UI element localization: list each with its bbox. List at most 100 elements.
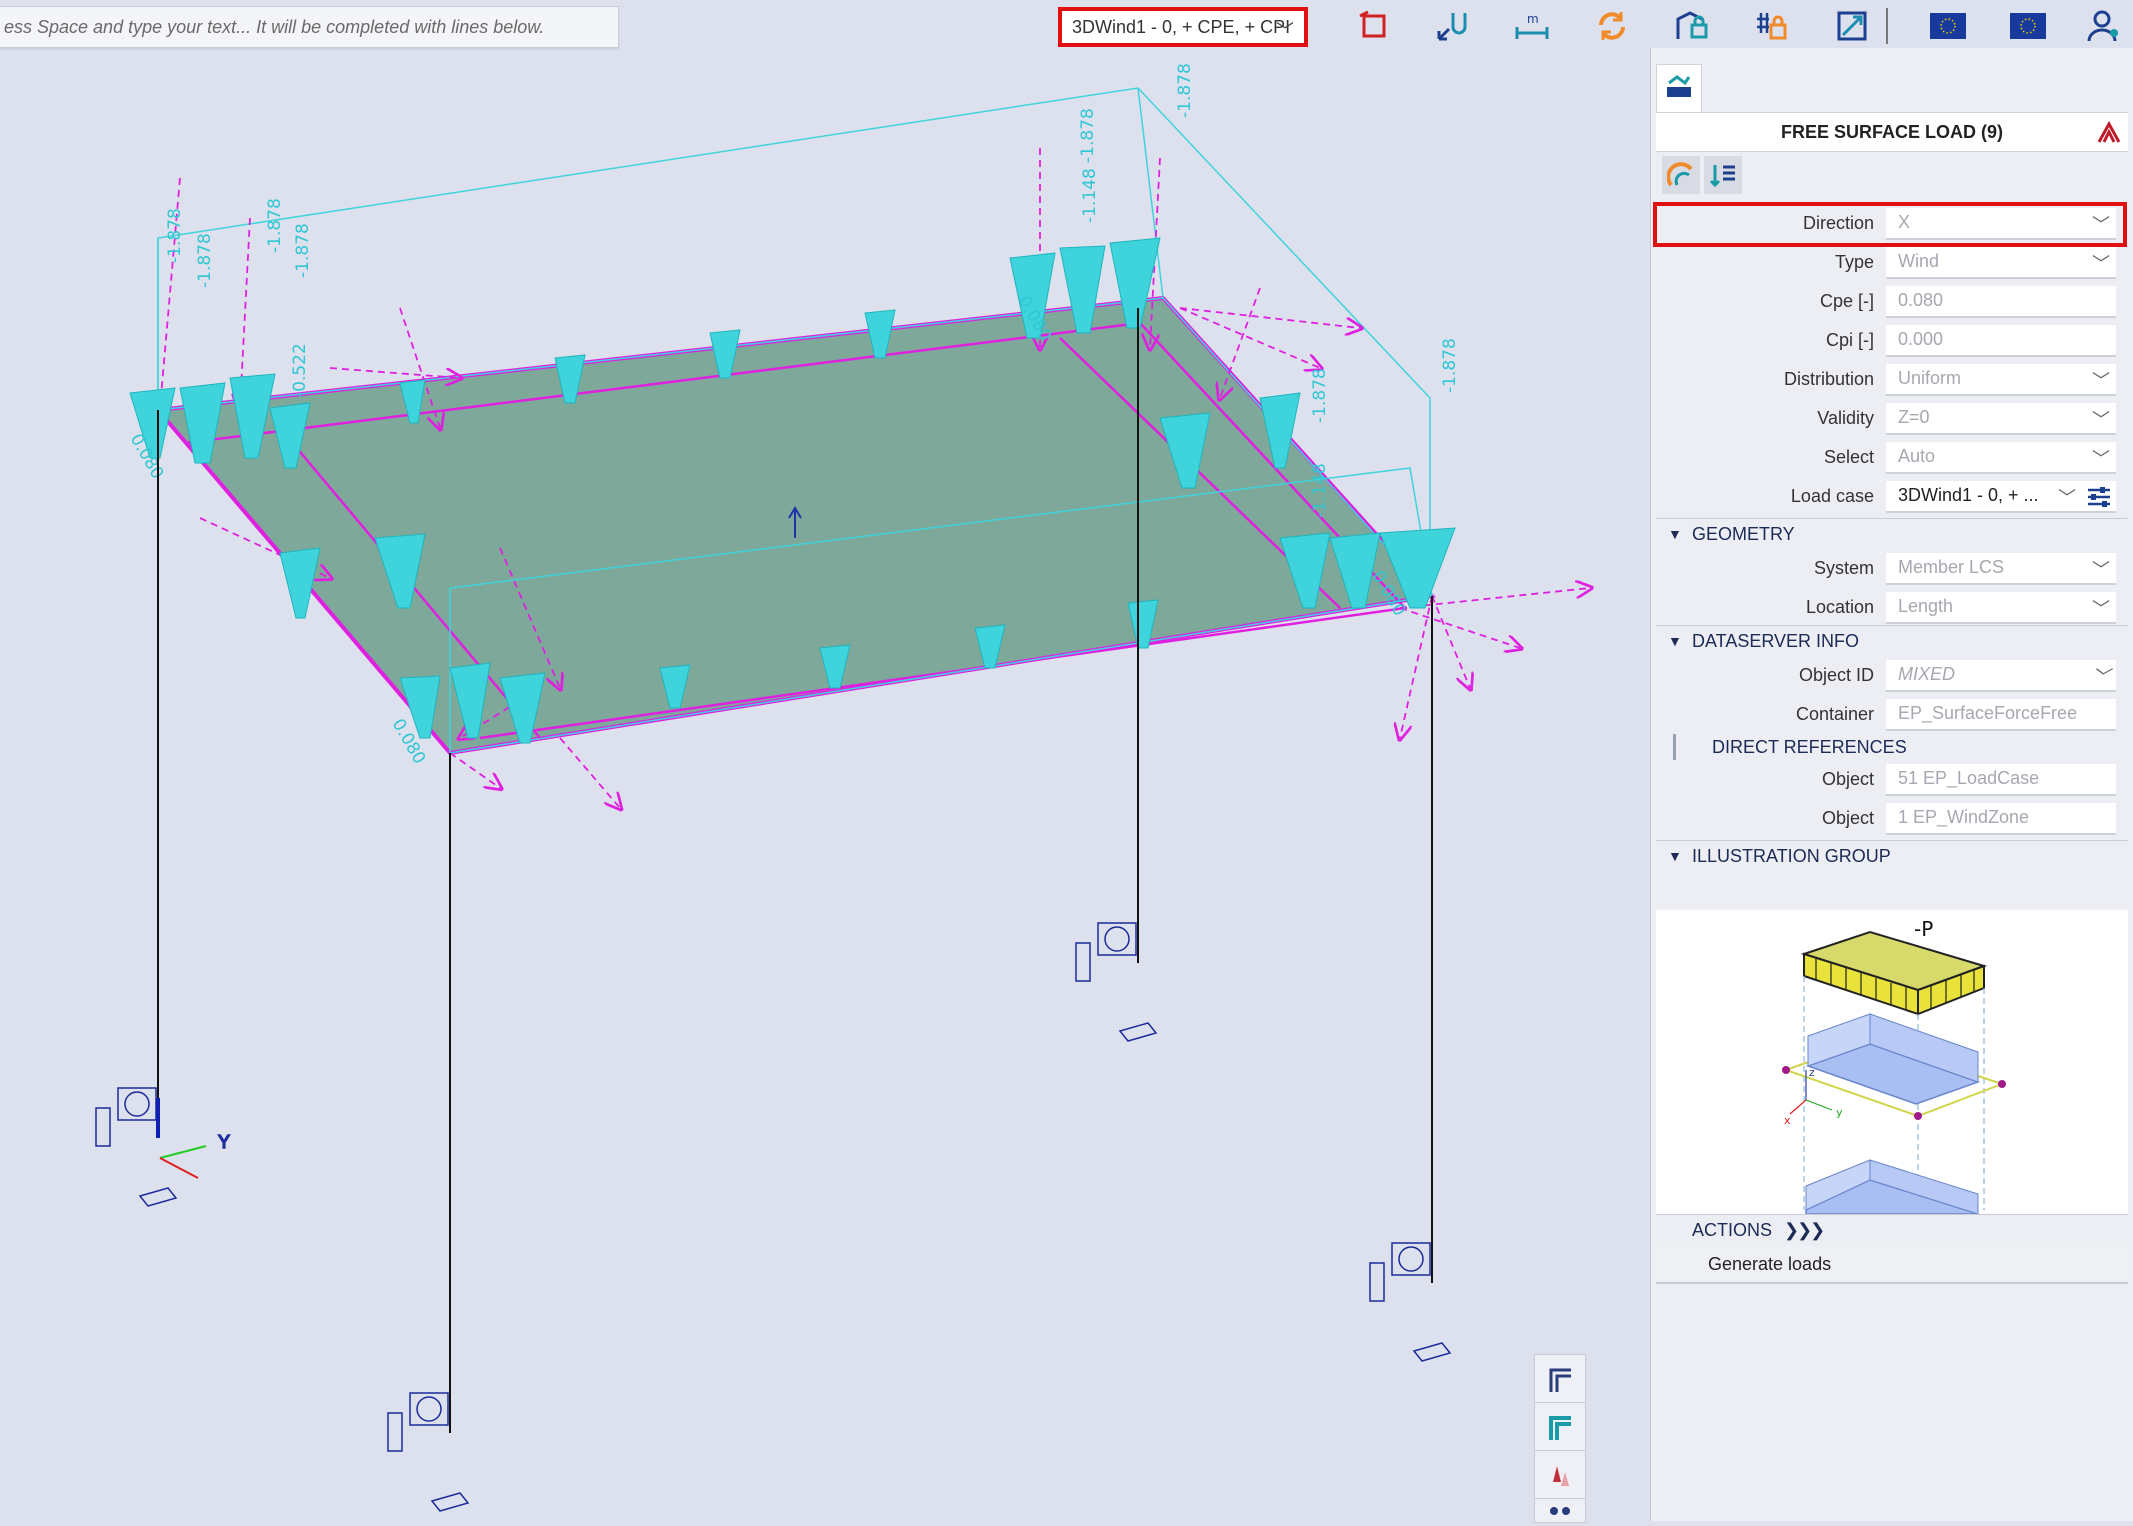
location-row[interactable]: Location Length ﹀ — [1656, 589, 2128, 626]
chevron-down-icon: ﹀ — [2092, 409, 2110, 430]
list-view-button[interactable] — [1704, 156, 1742, 194]
axis-x-label: x — [1784, 1114, 1791, 1127]
view-frame-alt-button[interactable] — [1534, 1402, 1586, 1452]
lock-view-icon[interactable] — [1672, 6, 1712, 46]
load-case-combo[interactable]: 3DWind1 - 0, + CPE, + CPI ﹀ — [1058, 7, 1308, 47]
direction-highlight — [1653, 202, 2127, 247]
actions-section-header[interactable]: ACTIONS ❯❯❯ — [1656, 1214, 2128, 1246]
object-id-label: Object ID — [1798, 665, 1874, 685]
distribution-label: Distribution — [1783, 369, 1874, 389]
load-case-label: Load case — [1790, 486, 1874, 506]
user-icon[interactable] — [2084, 6, 2124, 46]
distribution-select[interactable]: Uniform ﹀ — [1886, 363, 2116, 396]
collapse-triangle-icon: ▼ — [1668, 526, 1682, 542]
object-id-select[interactable]: MIXED ﹀ — [1886, 659, 2116, 692]
frame-icon — [1549, 1368, 1571, 1392]
distribution-row[interactable]: Distribution Uniform ﹀ — [1656, 361, 2128, 398]
command-line[interactable] — [0, 6, 619, 48]
cpe-input[interactable]: 0.080 — [1886, 285, 2116, 318]
load-value-label: -1.878 — [293, 223, 313, 278]
object-id-row[interactable]: Object ID MIXED ﹀ — [1656, 657, 2128, 694]
properties-tab[interactable] — [1656, 64, 1702, 113]
undo-arrow-icon[interactable] — [1432, 6, 1472, 46]
settings-sliders-icon[interactable] — [2086, 485, 2112, 514]
load-value-label: -1.878 — [195, 233, 215, 288]
frame-color-icon — [1549, 1416, 1571, 1440]
collapse-triangle-icon: ▼ — [1668, 848, 1682, 864]
structure-model[interactable]: -1.878 -1.878 -1.878 -1.878 -1.878 -1.87… — [0, 48, 1650, 1521]
object-ref-value[interactable]: 51 EP_LoadCase — [1886, 763, 2116, 796]
collapse-triangle-icon: ▼ — [1668, 633, 1682, 649]
cpe-row[interactable]: Cpe [-] 0.080 — [1656, 283, 2128, 320]
double-chevron-right-icon: ❯❯❯ — [1784, 1220, 1825, 1240]
illustration-image: -P z x y — [1656, 910, 2128, 1215]
generate-loads-button[interactable]: Generate loads — [1656, 1246, 2128, 1284]
system-label: System — [1813, 558, 1874, 578]
chevron-down-icon: ﹀ — [2058, 487, 2076, 508]
wizard-button[interactable] — [1662, 156, 1700, 194]
chevron-down-icon: ﹀ — [2092, 253, 2110, 274]
container-value: EP_SurfaceForceFree — [1886, 698, 2116, 731]
svg-text:m: m — [1527, 12, 1539, 26]
container-label: Container — [1795, 704, 1874, 724]
eu-flag-icon[interactable] — [1928, 6, 1968, 46]
validity-select[interactable]: Z=0 ﹀ — [1886, 402, 2116, 435]
view-frame-button[interactable] — [1534, 1354, 1586, 1404]
chevron-down-icon: ﹀ — [2092, 598, 2110, 619]
load-value-label: -1.878 — [265, 198, 285, 253]
load-case-combo-label: 3DWind1 - 0, + CPE, + CPI — [1072, 16, 1291, 37]
zoom-fit-icon[interactable] — [1832, 6, 1872, 46]
members-icon — [1553, 1466, 1569, 1486]
system-select[interactable]: Member LCS ﹀ — [1886, 552, 2116, 585]
illustration-load-label: -P — [1914, 917, 1933, 941]
geometry-section-header[interactable]: ▼ GEOMETRY — [1656, 518, 2128, 549]
properties-tab-icon — [1667, 75, 1691, 97]
view-members-button[interactable] — [1534, 1450, 1586, 1500]
measure-icon[interactable]: m — [1512, 6, 1552, 46]
select-select[interactable]: Auto ﹀ — [1886, 441, 2116, 474]
load-value-label: -1.878 — [1440, 338, 1460, 393]
select-label: Select — [1823, 447, 1874, 467]
object-ref-row[interactable]: Object 51 EP_LoadCase — [1656, 761, 2128, 798]
cpi-input[interactable]: 0.000 — [1886, 324, 2116, 357]
nodes-icon — [1550, 1506, 1570, 1515]
load-value-label: -1.148 — [1310, 463, 1330, 518]
load-case-select[interactable]: 3DWind1 - 0, + ... ﹀ — [1886, 480, 2116, 514]
location-select[interactable]: Length ﹀ — [1886, 591, 2116, 624]
type-row[interactable]: Type Wind ﹀ — [1656, 244, 2128, 281]
type-select[interactable]: Wind ﹀ — [1886, 246, 2116, 279]
load-value-label: -1.878 — [1175, 63, 1195, 118]
grid-lock-icon[interactable] — [1752, 6, 1792, 46]
validity-row[interactable]: Validity Z=0 ﹀ — [1656, 400, 2128, 437]
load-value-label: -1.148 — [1080, 168, 1100, 223]
view-nodes-button[interactable] — [1534, 1498, 1586, 1523]
validity-label: Validity — [1817, 408, 1874, 428]
illustration-section-header[interactable]: ▼ ILLUSTRATION GROUP — [1656, 840, 2128, 871]
cpi-row[interactable]: Cpi [-] 0.000 — [1656, 322, 2128, 359]
cpi-label: Cpi [-] — [1825, 330, 1874, 350]
rectangle-select-icon[interactable] — [1354, 6, 1394, 46]
dataserver-section-header[interactable]: ▼ DATASERVER INFO — [1656, 625, 2128, 656]
object-ref-value[interactable]: 1 EP_WindZone — [1886, 802, 2116, 835]
object-label: Object — [1821, 769, 1874, 789]
refresh-icon[interactable] — [1592, 6, 1632, 46]
supports: Y — [95, 922, 1452, 1512]
command-input[interactable] — [0, 7, 618, 47]
list-icon — [1709, 165, 1735, 188]
system-row[interactable]: System Member LCS ﹀ — [1656, 550, 2128, 587]
container-row[interactable]: Container EP_SurfaceForceFree — [1656, 696, 2128, 733]
cpe-label: Cpe [-] — [1819, 291, 1874, 311]
collapse-panel-icon[interactable] — [2096, 120, 2122, 149]
properties-panel: FREE SURFACE LOAD (9) Direction X ﹀ Type … — [1650, 48, 2133, 1521]
object-ref-row[interactable]: Object 1 EP_WindZone — [1656, 800, 2128, 837]
chevron-down-icon: ﹀ — [2092, 666, 2110, 687]
eu-flag-icon[interactable] — [2008, 6, 2048, 46]
location-label: Location — [1805, 597, 1874, 617]
model-viewport[interactable]: -1.878 -1.878 -1.878 -1.878 -1.878 -1.87… — [0, 48, 1650, 1521]
chevron-down-icon: ﹀ — [2092, 448, 2110, 469]
chevron-down-icon: ﹀ — [1276, 21, 1294, 41]
select-row[interactable]: Select Auto ﹀ — [1656, 439, 2128, 476]
direct-references-header[interactable]: DIRECT REFERENCES — [1673, 734, 2128, 760]
axis-z-label: z — [1809, 1066, 1815, 1079]
load-case-row[interactable]: Load case 3DWind1 - 0, + ... ﹀ — [1656, 478, 2128, 515]
